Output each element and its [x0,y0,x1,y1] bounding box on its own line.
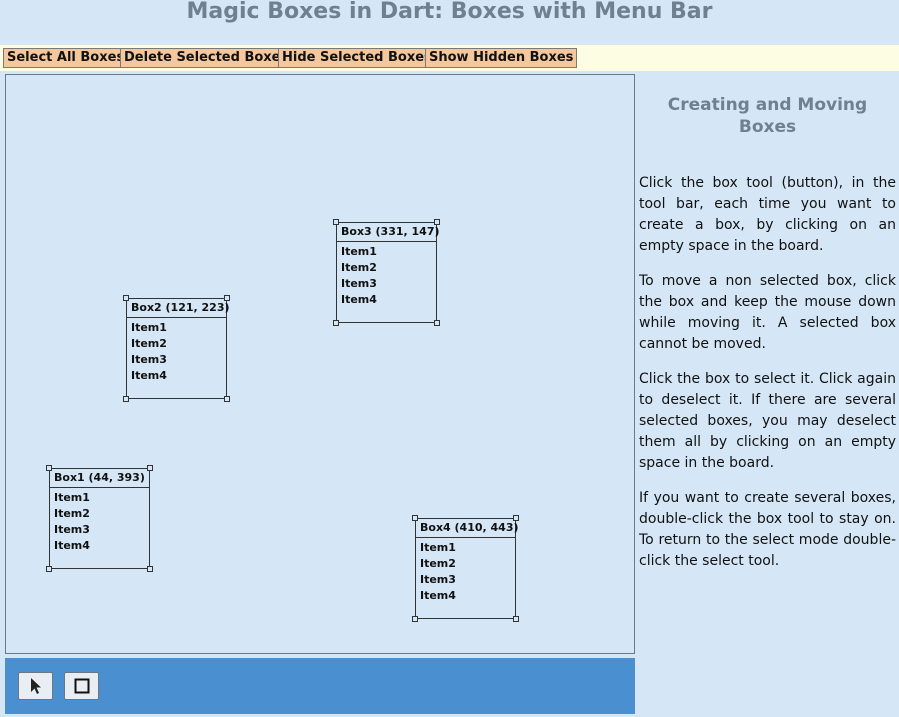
resize-handle[interactable] [147,566,153,572]
box-item: Item2 [420,557,456,570]
show-hidden-boxes-button[interactable]: Show Hidden Boxes [425,48,578,68]
select-all-boxes-button[interactable]: Select All Boxes [3,48,129,68]
box-item: Item4 [131,369,167,382]
box-item: Item3 [131,353,167,366]
delete-selected-boxes-button[interactable]: Delete Selected Boxes [120,48,293,68]
resize-handle[interactable] [46,566,52,572]
resize-handle[interactable] [224,295,230,301]
box-title: Box1 (44, 393) [50,469,149,488]
resize-handle[interactable] [412,515,418,521]
resize-handle[interactable] [147,465,153,471]
box-item: Item1 [131,321,167,334]
resize-handle[interactable] [46,465,52,471]
resize-handle[interactable] [333,320,339,326]
help-sidebar: Creating and Moving Boxes Click the box … [639,74,896,674]
box-item: Item3 [341,277,377,290]
box-title: Box4 (410, 443) [416,519,519,538]
box-tool-button[interactable] [64,672,99,700]
box-title: Box3 (331, 147) [337,223,440,242]
resize-handle[interactable] [434,219,440,225]
box-item: Item4 [420,589,456,602]
resize-handle[interactable] [123,295,129,301]
help-title: Creating and Moving Boxes [667,95,868,137]
select-tool-button[interactable] [18,672,53,700]
box-item: Item3 [54,523,90,536]
box-title: Box2 (121, 223) [127,299,230,318]
box-item: Item2 [131,337,167,350]
box-item: Item1 [420,541,456,554]
box-4[interactable]: Box4 (410, 443) Item1 Item2 Item3 Item4 [412,515,519,622]
box-item: Item1 [341,245,377,258]
resize-handle[interactable] [224,396,230,402]
box-item: Item2 [54,507,90,520]
help-paragraph: Click the box tool (button), in the tool… [639,175,896,254]
arrow-cursor-icon [30,678,41,694]
page-title: Magic Boxes in Dart: Boxes with Menu Bar [186,0,713,24]
box-item: Item2 [341,261,377,274]
box-item: Item4 [54,539,90,552]
box-item: Item4 [341,293,377,306]
resize-handle[interactable] [434,320,440,326]
box-1[interactable]: Box1 (44, 393) Item1 Item2 Item3 Item4 [46,465,153,572]
box-2[interactable]: Box2 (121, 223) Item1 Item2 Item3 Item4 [123,295,230,402]
help-paragraph: To move a non selected box, click the bo… [639,273,896,352]
resize-handle[interactable] [123,396,129,402]
resize-handle[interactable] [412,616,418,622]
box-item: Item1 [54,491,90,504]
square-outline-icon [74,678,89,694]
tool-bar [5,658,635,714]
box-item: Item3 [420,573,456,586]
resize-handle[interactable] [333,219,339,225]
help-paragraph: Click the box to select it. Click again … [639,371,896,471]
resize-handle[interactable] [513,515,519,521]
board-canvas[interactable]: Box1 (44, 393) Item1 Item2 Item3 Item4 B… [5,74,635,654]
hide-selected-boxes-button[interactable]: Hide Selected Boxes [278,48,436,68]
box-3[interactable]: Box3 (331, 147) Item1 Item2 Item3 Item4 [333,219,440,326]
menu-bar: Select All Boxes Delete Selected Boxes H… [0,45,899,71]
resize-handle[interactable] [513,616,519,622]
help-paragraph: If you want to create several boxes, dou… [639,490,896,569]
